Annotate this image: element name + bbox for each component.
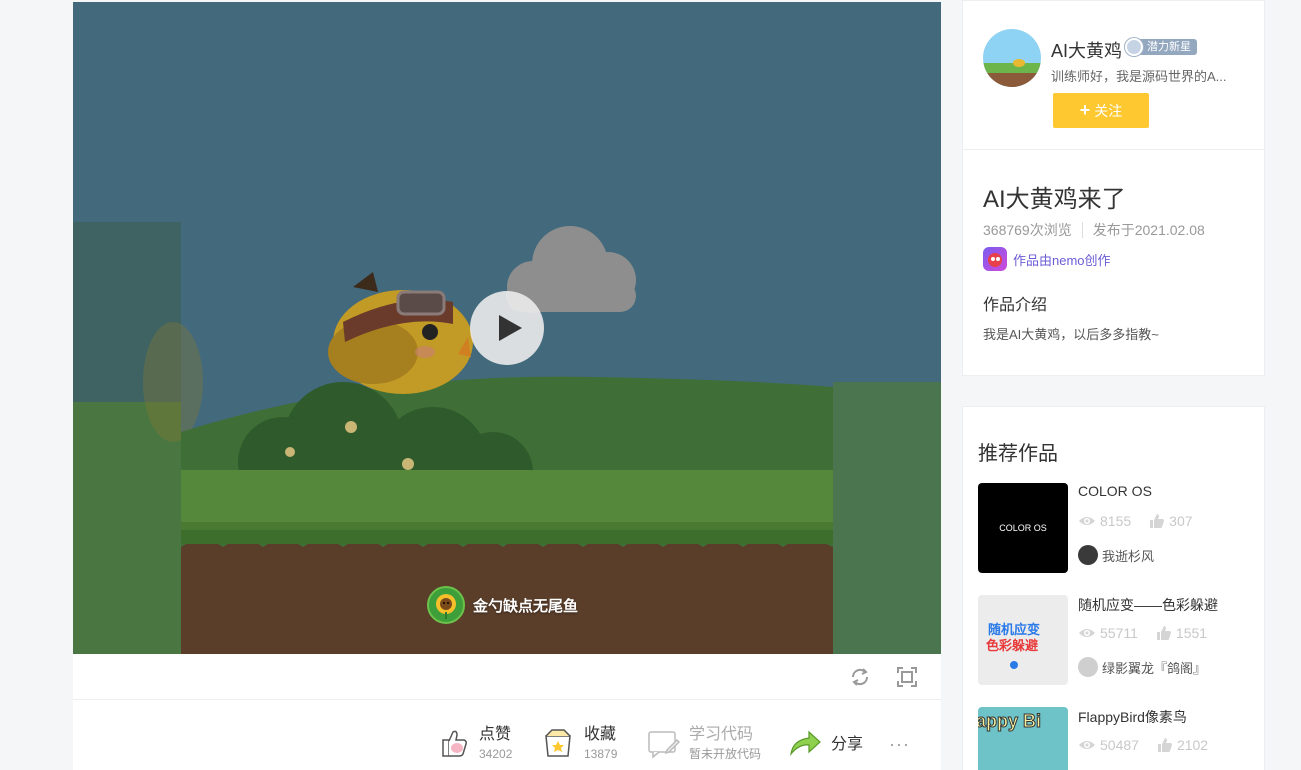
recommend-stats: 8155 307: [1078, 513, 1211, 529]
recommend-user[interactable]: 绿影翼龙『鸽阁』: [1078, 657, 1206, 677]
plus-icon: +: [1079, 100, 1091, 120]
thumbs-up-icon: [1157, 738, 1172, 752]
play-button[interactable]: [470, 291, 544, 365]
share-arrow-icon: [790, 730, 821, 757]
more-icon[interactable]: ···: [889, 734, 910, 755]
recommend-item[interactable]: 随机应变 色彩躲避 随机应变——色彩躲避 55711 1551 绿影翼龙『鸽阁』: [978, 595, 1258, 685]
learn-code-sub: 暂未开放代码: [689, 747, 762, 761]
views-stat: 55711: [1078, 625, 1138, 641]
sunflower-avatar: [427, 586, 465, 624]
likes-stat: 2102: [1157, 737, 1208, 753]
like-label: 点赞: [479, 726, 512, 743]
recommend-title: FlappyBird像素鸟: [1078, 709, 1187, 725]
views-stat: 8155: [1078, 513, 1131, 529]
thumb-caption: COLOR OS: [999, 523, 1047, 533]
work-info-card: AI大黄鸡 潜力新星 训练师好，我是源码世界的A... + 关注 AI大黄鸡来了…: [962, 0, 1265, 376]
code-doc-icon: [648, 731, 681, 759]
recommend-thumbnail: 随机应变 色彩躲避: [978, 595, 1068, 685]
thumbs-up-icon: [1156, 626, 1171, 640]
nemo-app-icon: [983, 247, 1007, 271]
views-count: 55711: [1100, 625, 1138, 641]
fullscreen-icon[interactable]: [896, 666, 918, 688]
meta-divider: [1081, 222, 1083, 238]
work-title: AI大黄鸡来了: [983, 186, 1126, 213]
publish-date: 发布于2021.02.08: [1092, 222, 1205, 238]
share-button[interactable]: 分享: [787, 724, 863, 768]
author-name[interactable]: AI大黄鸡: [1051, 37, 1122, 63]
game-stage[interactable]: 金勺缺点无尾鱼: [73, 2, 941, 654]
recommend-title: COLOR OS: [1078, 483, 1152, 499]
author-box: AI大黄鸡 潜力新星 训练师好，我是源码世界的A... + 关注: [963, 1, 1264, 150]
thumb-caption: appy Bi: [978, 711, 1042, 732]
collect-label: 收藏: [584, 726, 617, 743]
badge-label: 潜力新星: [1139, 39, 1197, 55]
thumb-caption: 色彩躲避: [986, 638, 1039, 653]
collect-count: 13879: [584, 747, 618, 761]
views-count: 8155: [1100, 513, 1132, 529]
badge-icon: [1125, 38, 1143, 56]
likes-stat: 307: [1149, 513, 1193, 529]
recommend-thumbnail: COLOR OS: [978, 483, 1068, 573]
stage-author-chip[interactable]: 金勺缺点无尾鱼: [427, 586, 578, 624]
recommend-stats: 55711 1551: [1078, 625, 1225, 641]
author-description: 训练师好，我是源码世界的A...: [1051, 69, 1227, 84]
recommend-user[interactable]: 我逝杉风: [1078, 545, 1154, 565]
restart-icon[interactable]: [849, 666, 871, 688]
views-count: 50487: [1100, 737, 1139, 753]
thumbs-up-icon: [1150, 514, 1165, 528]
user-name: 绿影翼龙『鸽阁』: [1102, 660, 1207, 676]
views-stat: 50487: [1078, 737, 1139, 753]
eye-icon: [1079, 629, 1095, 637]
like-button[interactable]: 点赞 34202: [435, 724, 512, 768]
player-toolbar: [73, 654, 941, 700]
stage-author-name: 金勺缺点无尾鱼: [473, 597, 579, 615]
sunflower-icon: [436, 594, 456, 619]
recommend-heading: 推荐作品: [978, 443, 1058, 465]
made-by-label: 作品由nemo创作: [1013, 252, 1111, 268]
share-label: 分享: [831, 736, 864, 753]
collect-box-icon: [545, 729, 571, 757]
likes-stat: 1551: [1156, 625, 1207, 641]
view-count: 368769次浏览: [983, 222, 1072, 238]
likes-count: 2102: [1176, 737, 1209, 753]
rising-star-badge: 潜力新星: [1125, 38, 1197, 56]
recommend-item[interactable]: COLOR OS COLOR OS 8155 307 我逝杉风: [978, 483, 1258, 573]
author-avatar[interactable]: [983, 29, 1041, 87]
recommend-thumbnail: appy Bi: [978, 707, 1068, 770]
thumbs-up-icon: [442, 730, 467, 757]
user-avatar: [1078, 545, 1098, 565]
user-avatar: [1078, 657, 1098, 677]
work-meta: 368769次浏览 发布于2021.02.08: [983, 220, 1205, 240]
action-row: 点赞 34202 收藏 13879 学习代码 暂未开放代码 分享 ···: [73, 700, 941, 770]
likes-count: 307: [1169, 513, 1193, 529]
eye-icon: [1079, 741, 1095, 749]
recommend-stats: 50487 2102: [1078, 737, 1226, 753]
intro-text: 我是AI大黄鸡，以后多多指教~: [983, 327, 1159, 342]
collect-button[interactable]: 收藏 13879: [540, 724, 617, 768]
made-by-nemo-link[interactable]: 作品由nemo创作: [983, 247, 1111, 271]
thumb-dot: [1010, 661, 1018, 669]
learn-code-button[interactable]: 学习代码 暂未开放代码: [645, 724, 761, 768]
play-icon: [499, 315, 522, 341]
eye-icon: [1079, 517, 1095, 525]
learn-code-label: 学习代码: [689, 726, 754, 743]
like-count: 34202: [479, 747, 513, 761]
recommend-title: 随机应变——色彩躲避: [1078, 597, 1218, 613]
user-name: 我逝杉风: [1102, 548, 1155, 564]
recommend-item[interactable]: appy Bi FlappyBird像素鸟 50487 2102: [978, 707, 1258, 770]
player-card: 金勺缺点无尾鱼 点赞 34202 收藏 13879 学习代码 暂未开放代码 分享…: [73, 2, 941, 770]
intro-heading: 作品介绍: [983, 297, 1048, 314]
recommend-card: 推荐作品 COLOR OS COLOR OS 8155 307 我逝杉风 随机应…: [962, 406, 1265, 770]
follow-button[interactable]: + 关注: [1053, 93, 1149, 128]
likes-count: 1551: [1175, 625, 1208, 641]
follow-label: 关注: [1094, 102, 1123, 119]
